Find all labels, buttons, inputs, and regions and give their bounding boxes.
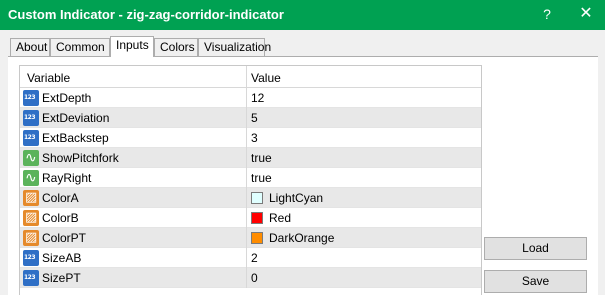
number-icon <box>23 250 39 266</box>
number-icon <box>23 130 39 146</box>
grid-header: Variable Value <box>20 66 481 88</box>
number-icon <box>23 90 39 106</box>
column-separator <box>246 188 247 208</box>
row-value[interactable]: 2 <box>251 251 258 265</box>
grid-row-showpitchfork[interactable]: ShowPitchfork true <box>20 148 481 168</box>
column-separator <box>246 208 247 228</box>
row-name: RayRight <box>42 171 92 185</box>
row-value[interactable]: Red <box>269 211 291 225</box>
row-name: ExtDepth <box>42 91 92 105</box>
boolean-icon <box>23 149 39 166</box>
column-separator <box>246 168 247 188</box>
grid-row-colorpt[interactable]: ColorPT DarkOrange <box>20 228 481 248</box>
color-swatch[interactable] <box>251 232 263 244</box>
row-value[interactable]: 5 <box>251 111 258 125</box>
header-separator[interactable] <box>246 66 247 88</box>
row-name: SizeAB <box>42 251 82 265</box>
row-value[interactable]: 12 <box>251 91 264 105</box>
column-separator <box>246 108 247 128</box>
color-swatch[interactable] <box>251 212 263 224</box>
color-swatch[interactable] <box>251 192 263 204</box>
row-value[interactable]: true <box>251 171 272 185</box>
row-name: SizePT <box>42 271 81 285</box>
tab-common[interactable]: Common <box>50 38 110 56</box>
tab-about[interactable]: About <box>10 38 50 56</box>
grid-row-sizeab[interactable]: SizeAB 2 <box>20 248 481 268</box>
title-bar: Custom Indicator - zig-zag-corridor-indi… <box>0 0 605 30</box>
color-icon <box>23 209 39 226</box>
grid-row-colora[interactable]: ColorA LightCyan <box>20 188 481 208</box>
row-name: ColorA <box>42 191 79 205</box>
inputs-grid: Variable Value ExtDepth 12 ExtDeviation … <box>19 65 482 295</box>
tab-inputs[interactable]: Inputs <box>110 36 154 57</box>
row-value[interactable]: LightCyan <box>269 191 323 205</box>
load-button[interactable]: Load <box>484 237 587 260</box>
number-icon <box>23 110 39 126</box>
row-name: ShowPitchfork <box>42 151 119 165</box>
grid-row-extbackstep[interactable]: ExtBackstep 3 <box>20 128 481 148</box>
close-button[interactable]: ✕ <box>569 0 603 30</box>
grid-row-extdeviation[interactable]: ExtDeviation 5 <box>20 108 481 128</box>
header-variable[interactable]: Variable <box>27 71 70 85</box>
column-separator <box>246 268 247 288</box>
window-title: Custom Indicator - zig-zag-corridor-indi… <box>8 7 284 22</box>
grid-row-extdepth[interactable]: ExtDepth 12 <box>20 88 481 108</box>
column-separator <box>246 88 247 108</box>
tab-visualization[interactable]: Visualization <box>198 38 271 56</box>
grid-row-rayright[interactable]: RayRight true <box>20 168 481 188</box>
column-separator <box>246 228 247 248</box>
tab-strip: About Common Inputs Colors Visualization <box>8 36 568 57</box>
grid-row-sizept[interactable]: SizePT 0 <box>20 268 481 288</box>
tab-colors[interactable]: Colors <box>154 38 198 56</box>
color-icon <box>23 229 39 246</box>
row-name: ColorPT <box>42 231 87 245</box>
color-icon <box>23 189 39 206</box>
row-value[interactable]: true <box>251 151 272 165</box>
row-name: ExtDeviation <box>42 111 110 125</box>
column-separator <box>246 148 247 168</box>
column-separator <box>246 248 247 268</box>
number-icon <box>23 270 39 286</box>
boolean-icon <box>23 169 39 186</box>
row-name: ExtBackstep <box>42 131 109 145</box>
row-value[interactable]: 0 <box>251 271 258 285</box>
grid-row-colorb[interactable]: ColorB Red <box>20 208 481 228</box>
row-value[interactable]: 3 <box>251 131 258 145</box>
help-button[interactable]: ? <box>530 0 564 30</box>
column-separator <box>246 128 247 148</box>
header-value[interactable]: Value <box>251 71 281 85</box>
row-name: ColorB <box>42 211 79 225</box>
row-value[interactable]: DarkOrange <box>269 231 334 245</box>
save-button[interactable]: Save <box>484 270 587 293</box>
